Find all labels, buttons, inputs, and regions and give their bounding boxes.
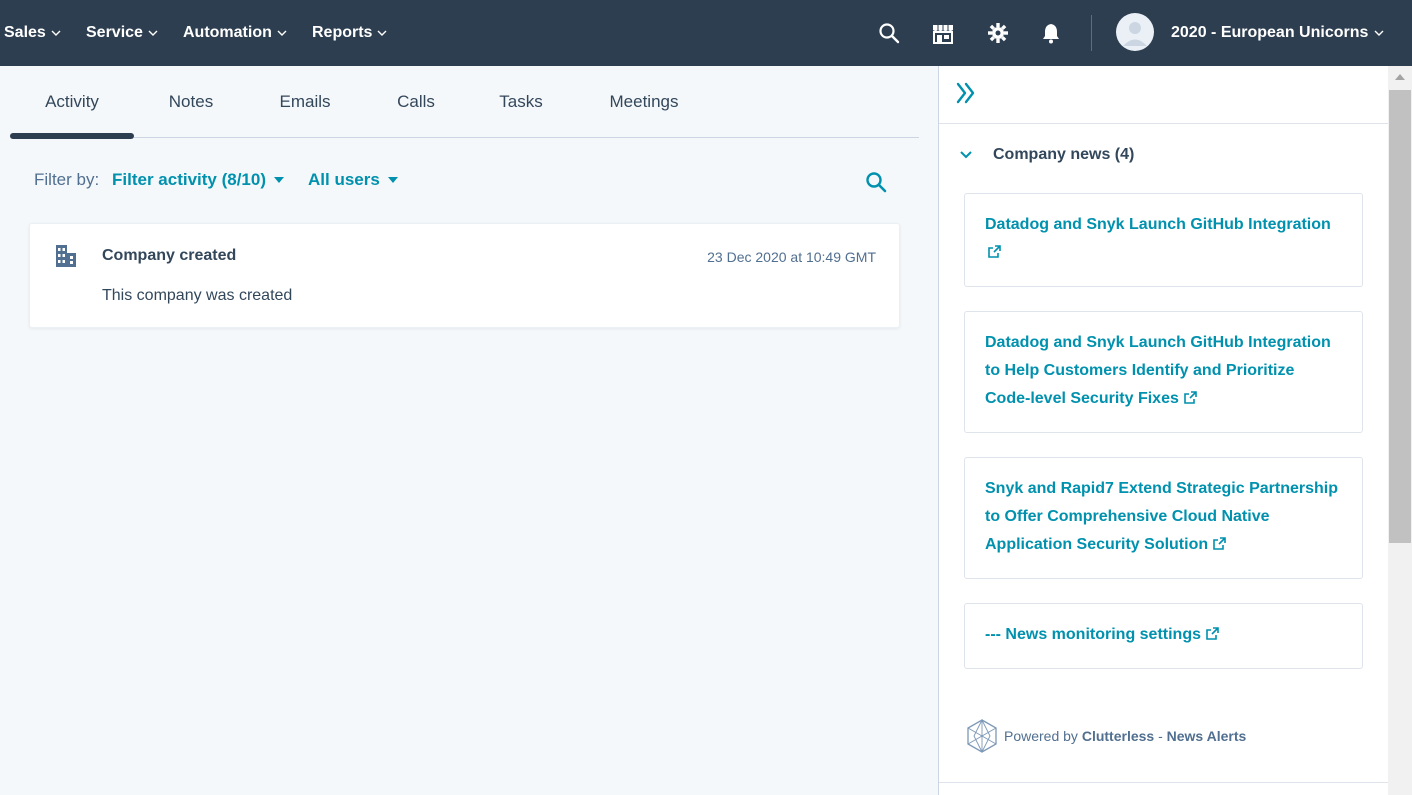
filter-activity-dropdown[interactable]: Filter activity (8/10): [112, 170, 285, 190]
avatar[interactable]: [1116, 13, 1154, 51]
scroll-thumb[interactable]: [1389, 90, 1411, 543]
chevron-down-icon: [960, 151, 972, 159]
tab-meetings[interactable]: Meetings: [594, 66, 694, 138]
news-settings-link[interactable]: --- News monitoring settings: [985, 621, 1342, 649]
sidebar-scrollbar[interactable]: [1388, 66, 1412, 795]
activity-tabs: Activity Notes Emails Calls Tasks Meetin…: [10, 66, 919, 138]
activity-card: Company created 23 Dec 2020 at 10:49 GMT…: [29, 223, 900, 328]
caret-down-icon: [387, 177, 398, 183]
powered-separator: -: [1158, 728, 1163, 744]
news-line: --- News monitoring settings: [985, 626, 1201, 643]
tab-emails[interactable]: Emails: [262, 66, 348, 138]
scroll-up-arrow-icon[interactable]: [1395, 74, 1405, 80]
chevron-down-icon: [277, 30, 287, 36]
gear-icon[interactable]: [985, 20, 1011, 46]
activity-body: This company was created: [102, 287, 293, 304]
filter-activity-label: Filter activity (8/10): [112, 170, 267, 189]
tab-calls-label: Calls: [397, 92, 435, 111]
chevron-down-icon: [51, 30, 61, 36]
search-icon: [866, 172, 887, 193]
activity-timestamp: 23 Dec 2020 at 10:49 GMT: [707, 249, 876, 265]
marketplace-icon[interactable]: [930, 20, 956, 46]
powered-brand: Clutterless: [1081, 728, 1155, 744]
nav-service[interactable]: Service: [86, 0, 158, 66]
news-card: Datadog and Snyk Launch GitHub Integrati…: [964, 193, 1363, 287]
news-link[interactable]: Datadog and Snyk Launch GitHub Integrati…: [985, 211, 1342, 267]
caret-down-icon: [274, 177, 285, 183]
nav-reports-label: Reports: [312, 24, 373, 41]
filter-label: Filter by:: [34, 170, 100, 189]
tab-notes-label: Notes: [168, 92, 214, 111]
powered-product: News Alerts: [1166, 728, 1247, 744]
powered-by: Powered by Clutterless - News Alerts: [964, 718, 1246, 754]
news-line: Datadog and Snyk Launch GitHub Integrati…: [985, 216, 1331, 233]
top-nav: Sales Service Automation Reports 2020 - …: [0, 0, 1412, 66]
chevron-down-icon: [1374, 30, 1384, 36]
tab-calls[interactable]: Calls: [380, 66, 452, 138]
tab-tasks-label: Tasks: [499, 92, 543, 111]
news-line: Datadog and Snyk Launch GitHub Integrati…: [985, 334, 1331, 351]
tab-tasks[interactable]: Tasks: [486, 66, 556, 138]
nav-reports[interactable]: Reports: [312, 0, 387, 66]
double-chevron-right-icon: [956, 82, 975, 104]
activity-title: Company created: [102, 247, 237, 264]
company-news-toggle[interactable]: Company news (4): [959, 146, 1134, 164]
nav-automation[interactable]: Automation: [183, 0, 287, 66]
tab-emails-label: Emails: [279, 92, 331, 111]
external-link-icon[interactable]: [1212, 536, 1227, 551]
building-icon: [56, 245, 76, 267]
chevron-down-icon: [148, 30, 158, 36]
news-line: to Offer Comprehensive Cloud Native: [985, 508, 1270, 525]
news-link[interactable]: Datadog and Snyk Launch GitHub Integrati…: [985, 329, 1342, 413]
bell-icon[interactable]: [1038, 20, 1064, 46]
clutterless-logo-icon: [967, 718, 997, 754]
activity-search-button[interactable]: [864, 170, 888, 194]
external-link-icon[interactable]: [987, 244, 1002, 259]
nav-automation-label: Automation: [183, 24, 272, 41]
filter-users-label: All users: [308, 170, 380, 189]
news-card: Snyk and Rapid7 Extend Strategic Partner…: [964, 457, 1363, 579]
tab-activity-label: Activity: [45, 92, 99, 111]
right-sidebar: Company news (4) Datadog and Snyk Launch…: [938, 66, 1389, 795]
account-menu[interactable]: 2020 - European Unicorns: [1171, 0, 1384, 66]
powered-prefix: Powered by: [1004, 728, 1078, 744]
chevron-down-icon: [377, 30, 387, 36]
tab-meetings-label: Meetings: [609, 92, 679, 111]
news-line: to Help Customers Identify and Prioritiz…: [985, 362, 1295, 379]
nav-sales-label: Sales: [4, 24, 46, 41]
user-icon: [1123, 22, 1147, 46]
news-line: Code-level Security Fixes: [985, 390, 1179, 407]
external-link-icon[interactable]: [1183, 390, 1198, 405]
news-card: Datadog and Snyk Launch GitHub Integrati…: [964, 311, 1363, 433]
tab-activity[interactable]: Activity: [10, 66, 134, 138]
account-name: 2020 - European Unicorns: [1171, 24, 1369, 41]
news-line: Application Security Solution: [985, 536, 1209, 553]
nav-divider: [1091, 15, 1092, 51]
nav-service-label: Service: [86, 24, 143, 41]
company-news-title: Company news (4): [993, 146, 1135, 163]
sidebar-divider: [939, 123, 1389, 124]
external-link-icon[interactable]: [1205, 626, 1220, 641]
sidebar-bottom-divider: [939, 782, 1389, 783]
news-settings-card: --- News monitoring settings: [964, 603, 1363, 669]
news-line: Snyk and Rapid7 Extend Strategic Partner…: [985, 480, 1338, 497]
active-tab-indicator: [10, 133, 134, 139]
tab-notes[interactable]: Notes: [150, 66, 232, 138]
nav-sales[interactable]: Sales: [4, 0, 61, 66]
search-icon[interactable]: [876, 20, 902, 46]
filter-users-dropdown[interactable]: All users: [308, 170, 398, 190]
collapse-sidebar-button[interactable]: [953, 80, 979, 106]
news-link[interactable]: Snyk and Rapid7 Extend Strategic Partner…: [985, 475, 1342, 559]
